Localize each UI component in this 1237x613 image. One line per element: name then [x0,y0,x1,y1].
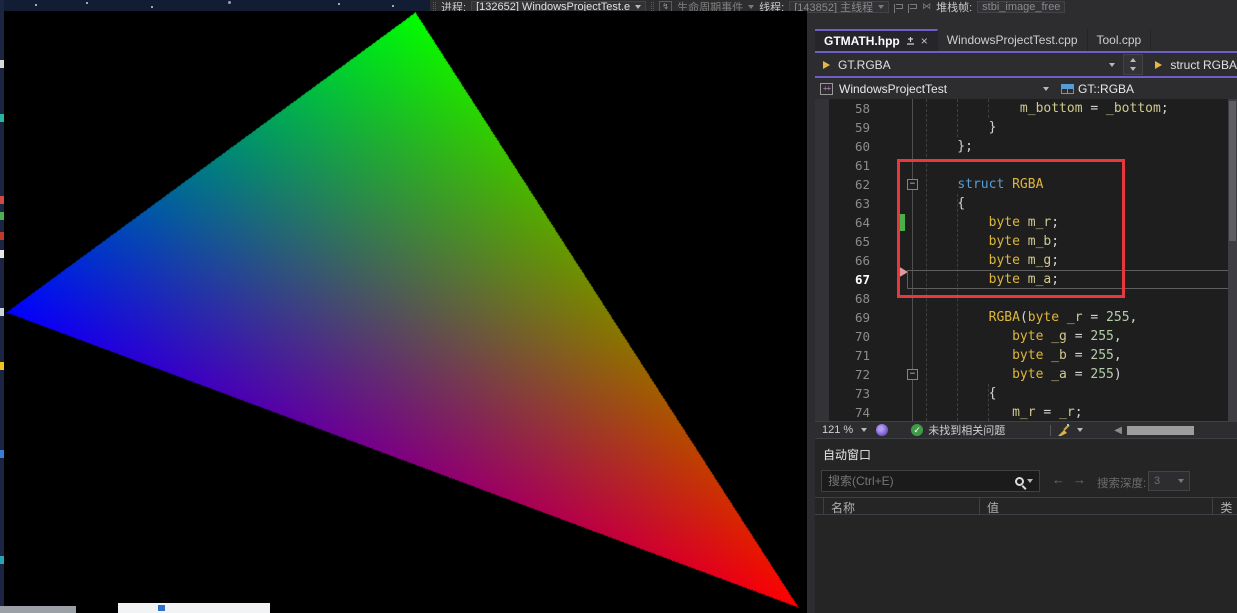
code-line-71[interactable]: 71 byte _b = 255, [815,346,1237,365]
pin-icon[interactable] [906,36,915,46]
symbol-breadcrumb: GT::RGBA [1078,82,1134,96]
nav-scope-icon [823,61,830,69]
tab-windowsprojecttest-cpp[interactable]: WindowsProjectTest.cpp [938,29,1088,51]
toolbar-grip-2[interactable] [651,2,654,11]
vs-window-edge [807,13,815,613]
code-line-60[interactable]: 60 }; [815,137,1237,156]
autos-title: 自动窗口 [823,446,871,463]
flag-icon[interactable] [896,4,903,9]
line-number: 60 [815,137,884,156]
taskbar-fragment-white [118,603,270,613]
line-number: 68 [815,289,884,308]
taskbar-app-icon[interactable] [158,605,165,611]
line-number: 58 [815,99,884,118]
code-line-58[interactable]: 58 m_bottom = _bottom; [815,99,1237,118]
document-tabstrip: GTMATH.hpp × WindowsProjectTest.cpp Tool.cp… [815,29,1237,51]
code-text: byte _b = 255, [922,346,1122,365]
line-number: 63 [815,194,884,213]
zoom-dropdown[interactable]: 121 % [818,423,871,438]
member-spinner[interactable] [1123,54,1143,75]
code-line-72[interactable]: 72 byte _a = 255) [815,365,1237,384]
code-line-69[interactable]: 69 RGBA(byte _r = 255, [815,308,1237,327]
member-dropdown[interactable]: struct RGBA [1170,58,1237,72]
code-text: { [922,384,996,403]
line-number: 61 [815,156,884,175]
search-icon[interactable] [1015,477,1024,486]
line-number: 66 [815,251,884,270]
tab-tool-cpp[interactable]: Tool.cpp [1088,29,1152,51]
code-cleanup-broom-icon[interactable] [1056,424,1072,437]
editor-status-bar: 121 % ✓ 未找到相关问题 ◀ [815,421,1237,438]
code-text: byte _a = 255) [922,365,1122,384]
close-icon[interactable]: × [921,34,928,48]
code-text: m_bottom = _bottom; [922,99,1169,118]
render-window [4,11,807,613]
line-number: 71 [815,346,884,365]
line-number: 72 [815,365,884,384]
zoom-level: 121 % [822,424,853,436]
search-depth-label: 搜索深度: [1097,475,1146,491]
column-header-3[interactable]: 类 [1212,498,1237,514]
health-status-text: 未找到相关问题 [928,422,1005,438]
code-line-73[interactable]: 73 { [815,384,1237,403]
code-text: byte _g = 255, [922,327,1122,346]
struct-icon [1061,84,1074,94]
line-number: 64 [815,213,884,232]
cpp-project-icon: ++ [820,83,833,95]
project-dropdown[interactable]: WindowsProjectTest [839,82,947,96]
search-input[interactable] [822,474,1015,488]
line-number: 65 [815,232,884,251]
editor-horizontal-scrollbar[interactable] [1127,426,1194,435]
stack-frame-dropdown[interactable]: stbi_image_free [977,1,1065,13]
tab-gtmath-hpp[interactable]: GTMATH.hpp × [815,29,938,51]
navigation-bar: GT.RGBA struct RGBA [815,53,1237,76]
collapse-toggle-icon[interactable]: − [907,179,918,190]
threads-view-icon[interactable]: ⋈ [922,1,931,12]
scope-dropdown-chevron-icon[interactable] [1109,63,1115,67]
line-number: 70 [815,327,884,346]
code-line-70[interactable]: 70 byte _g = 255, [815,327,1237,346]
project-dropdown-chevron-icon[interactable] [1043,87,1049,91]
line-number: 73 [815,384,884,403]
code-line-59[interactable]: 59 } [815,118,1237,137]
rgb-gradient-triangle [4,11,807,613]
line-number: 69 [815,308,884,327]
column-header-1[interactable]: 名称 [823,498,979,514]
stack-frame-label: 堆栈帧: [936,0,972,13]
tab-label: GTMATH.hpp [824,34,900,48]
extension-status-icon[interactable] [876,424,888,436]
line-number: 74 [815,403,884,421]
code-text: RGBA(byte _r = 255, [922,308,1137,327]
code-line-74[interactable]: 74 m_r = _r; [815,403,1237,421]
collapse-toggle-icon[interactable]: − [907,369,918,380]
tab-label: Tool.cpp [1097,33,1142,47]
code-cleanup-chevron-icon[interactable] [1077,428,1083,432]
tab-label: WindowsProjectTest.cpp [947,33,1078,47]
hscroll-left-arrow-icon[interactable]: ◀ [1114,425,1122,436]
toolbar-grip[interactable] [433,2,436,11]
column-header-2[interactable]: 值 [979,498,1212,514]
project-bar: ++ WindowsProjectTest GT::RGBA [815,78,1237,99]
taskbar-fragment-gray [0,606,76,613]
code-editor[interactable]: 58 m_bottom = _bottom;59 }60 };6162 stru… [815,99,1237,421]
autos-column-headers: 名称值类 [815,497,1237,515]
annotation-red-box [897,159,1125,298]
history-back-icon[interactable]: ← [1052,472,1065,487]
history-forward-icon[interactable]: → [1073,472,1086,487]
search-options-chevron-icon[interactable] [1027,479,1033,483]
search-depth-dropdown[interactable]: 3 [1148,471,1190,491]
code-text: } [922,118,996,137]
code-text: }; [922,137,973,156]
health-check-icon: ✓ [911,424,923,436]
autos-search-box[interactable] [821,470,1040,492]
autos-window: 自动窗口 ← → 搜索深度: 3 名称值类 [815,438,1237,613]
scope-dropdown[interactable]: GT.RGBA [838,58,891,72]
line-number: 62 [815,175,884,194]
nav-member-icon [1155,61,1162,69]
editor-vertical-scrollbar[interactable] [1228,99,1237,421]
code-text: m_r = _r; [922,403,1083,421]
line-number: 67 [815,270,884,289]
flag-outline-icon[interactable] [910,4,917,9]
line-number: 59 [815,118,884,137]
